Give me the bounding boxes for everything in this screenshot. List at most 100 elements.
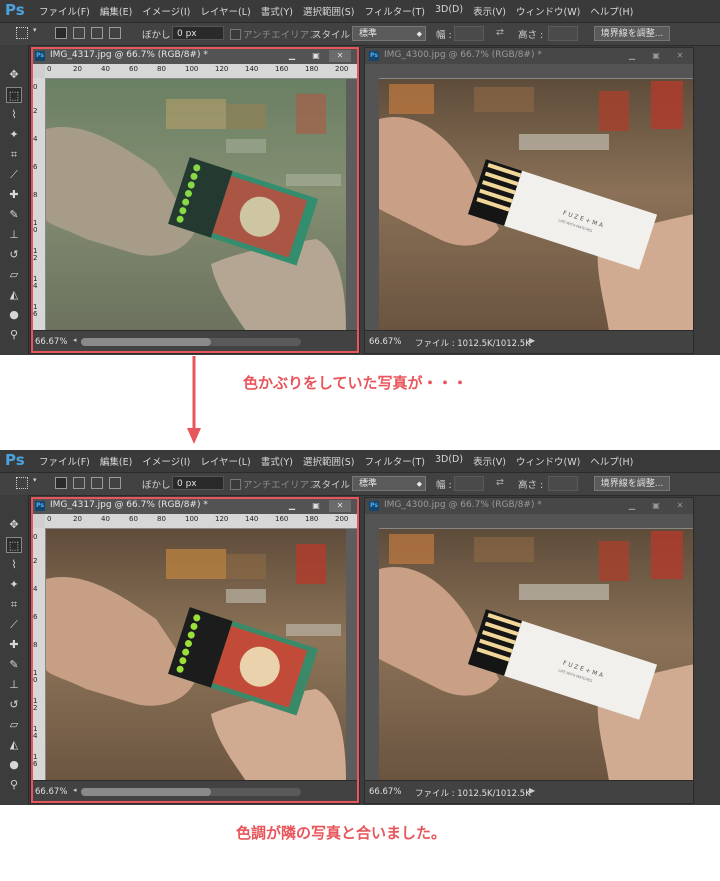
- healing-brush-icon[interactable]: ✚: [6, 187, 22, 203]
- stamp-tool-icon[interactable]: ⊥: [6, 227, 22, 243]
- eyedropper-icon[interactable]: ⟋: [6, 617, 22, 633]
- document-window-right[interactable]: Ps IMG_4300.jpg @ 66.7% (RGB/8#) * ▁ ▣ ✕: [364, 47, 694, 354]
- close-icon[interactable]: ✕: [669, 50, 691, 62]
- status-bar: 66.67% ファイル : 1012.5K/1012.5K ▶: [365, 330, 693, 353]
- antialias-checkbox[interactable]: [230, 479, 241, 490]
- play-icon[interactable]: ▶: [529, 336, 535, 345]
- history-brush-icon[interactable]: ↺: [6, 247, 22, 263]
- menu-bar: Ps ファイル(F) 編集(E) イメージ(I) レイヤー(L) 書式(Y) 選…: [0, 450, 720, 472]
- height-field[interactable]: [548, 476, 578, 491]
- feather-input[interactable]: 0 px: [172, 26, 224, 40]
- subtract-selection-icon[interactable]: [91, 477, 103, 489]
- healing-brush-icon[interactable]: ✚: [6, 637, 22, 653]
- antialias-checkbox[interactable]: [230, 29, 241, 40]
- swap-icon[interactable]: ⇄: [496, 27, 504, 38]
- chevron-down-icon[interactable]: ▾: [33, 476, 37, 484]
- menu-edit[interactable]: 編集(E): [95, 4, 137, 18]
- document-tab[interactable]: Ps IMG_4300.jpg @ 66.7% (RGB/8#) * ▁ ▣ ✕: [365, 498, 693, 514]
- move-tool-icon[interactable]: ✥: [6, 517, 22, 533]
- paint-bucket-icon[interactable]: ◭: [6, 287, 22, 303]
- dodge-tool-icon[interactable]: ⚲: [6, 327, 22, 343]
- height-field[interactable]: [548, 26, 578, 41]
- width-field[interactable]: [454, 26, 484, 41]
- menu-3d[interactable]: 3D(D): [430, 4, 468, 18]
- menu-layer[interactable]: レイヤー(L): [195, 4, 255, 18]
- eraser-tool-icon[interactable]: ▱: [6, 267, 22, 283]
- close-icon[interactable]: ✕: [669, 500, 691, 512]
- move-tool-icon[interactable]: ✥: [6, 67, 22, 83]
- subtract-selection-icon[interactable]: [91, 27, 103, 39]
- menu-type[interactable]: 書式(Y): [256, 4, 298, 18]
- lasso-tool-icon[interactable]: ⌇: [6, 557, 22, 573]
- menu-view[interactable]: 表示(V): [468, 454, 511, 468]
- width-field[interactable]: [454, 476, 484, 491]
- photo-canvas[interactable]: FUZE+MA LIFE WITH MATCHES: [379, 529, 693, 781]
- lasso-tool-icon[interactable]: ⌇: [6, 107, 22, 123]
- menu-window[interactable]: ウィンドウ(W): [511, 4, 585, 18]
- chevron-down-icon: ◆: [416, 30, 422, 38]
- menu-help[interactable]: ヘルプ(H): [585, 4, 638, 18]
- magic-wand-icon[interactable]: ✦: [6, 577, 22, 593]
- feather-input[interactable]: 0 px: [172, 476, 224, 490]
- maximize-icon[interactable]: ▣: [645, 50, 667, 62]
- menu-filter[interactable]: フィルター(T): [359, 454, 430, 468]
- menu-filter[interactable]: フィルター(T): [359, 4, 430, 18]
- new-selection-icon[interactable]: [55, 477, 67, 489]
- menu-edit[interactable]: 編集(E): [95, 454, 137, 468]
- play-icon[interactable]: ▶: [529, 786, 535, 795]
- brush-tool-icon[interactable]: ✎: [6, 207, 22, 223]
- blur-tool-icon[interactable]: ●: [6, 307, 22, 323]
- chevron-down-icon[interactable]: ▾: [33, 26, 37, 34]
- paint-bucket-icon[interactable]: ◭: [6, 737, 22, 753]
- document-window-right[interactable]: Ps IMG_4300.jpg @ 66.7% (RGB/8#) * ▁ ▣ ✕: [364, 497, 694, 804]
- maximize-icon[interactable]: ▣: [645, 500, 667, 512]
- menu-select[interactable]: 選択範囲(S): [298, 4, 359, 18]
- minimize-icon[interactable]: ▁: [621, 500, 643, 512]
- history-brush-icon[interactable]: ↺: [6, 697, 22, 713]
- menu-help[interactable]: ヘルプ(H): [585, 454, 638, 468]
- zoom-level[interactable]: 66.67%: [369, 787, 401, 797]
- zoom-level[interactable]: 66.67%: [369, 337, 401, 347]
- crop-tool-icon[interactable]: ⌗: [6, 597, 22, 613]
- style-select[interactable]: 標準 ◆: [352, 26, 426, 41]
- menu-file[interactable]: ファイル(F): [34, 454, 95, 468]
- menu-select[interactable]: 選択範囲(S): [298, 454, 359, 468]
- blur-tool-icon[interactable]: ●: [6, 757, 22, 773]
- marquee-preset-icon[interactable]: [16, 27, 28, 39]
- menu-3d[interactable]: 3D(D): [430, 454, 468, 468]
- refine-edge-button[interactable]: 境界線を調整...: [594, 476, 670, 491]
- add-selection-icon[interactable]: [73, 27, 85, 39]
- magic-wand-icon[interactable]: ✦: [6, 127, 22, 143]
- menu-window[interactable]: ウィンドウ(W): [511, 454, 585, 468]
- marquee-preset-icon[interactable]: [16, 477, 28, 489]
- add-selection-icon[interactable]: [73, 477, 85, 489]
- style-select[interactable]: 標準 ◆: [352, 476, 426, 491]
- antialias-label: アンチエイリアス: [243, 480, 319, 491]
- menu-image[interactable]: イメージ(I): [137, 454, 195, 468]
- menu-file[interactable]: ファイル(F): [34, 4, 95, 18]
- eraser-tool-icon[interactable]: ▱: [6, 717, 22, 733]
- photo-canvas[interactable]: FUZE+MA LIFE WITH MATCHES: [379, 79, 693, 331]
- swap-icon[interactable]: ⇄: [496, 477, 504, 488]
- width-label: 幅 :: [436, 30, 452, 41]
- crop-tool-icon[interactable]: ⌗: [6, 147, 22, 163]
- eyedropper-icon[interactable]: ⟋: [6, 167, 22, 183]
- style-value: 標準: [359, 29, 378, 39]
- marquee-tool-icon[interactable]: ⬚: [6, 537, 22, 553]
- marquee-tool-icon[interactable]: ⬚: [6, 87, 22, 103]
- photoshop-screenshot-before: Ps ファイル(F) 編集(E) イメージ(I) レイヤー(L) 書式(Y) 選…: [0, 0, 720, 355]
- refine-edge-button[interactable]: 境界線を調整...: [594, 26, 670, 41]
- menu-type[interactable]: 書式(Y): [256, 454, 298, 468]
- intersect-selection-icon[interactable]: [109, 477, 121, 489]
- menu-image[interactable]: イメージ(I): [137, 4, 195, 18]
- brush-tool-icon[interactable]: ✎: [6, 657, 22, 673]
- intersect-selection-icon[interactable]: [109, 27, 121, 39]
- stamp-tool-icon[interactable]: ⊥: [6, 677, 22, 693]
- minimize-icon[interactable]: ▁: [621, 50, 643, 62]
- menu-view[interactable]: 表示(V): [468, 4, 511, 18]
- menu-layer[interactable]: レイヤー(L): [195, 454, 255, 468]
- document-tab[interactable]: Ps IMG_4300.jpg @ 66.7% (RGB/8#) * ▁ ▣ ✕: [365, 48, 693, 64]
- file-info: ファイル : 1012.5K/1012.5K: [415, 339, 531, 349]
- dodge-tool-icon[interactable]: ⚲: [6, 777, 22, 793]
- new-selection-icon[interactable]: [55, 27, 67, 39]
